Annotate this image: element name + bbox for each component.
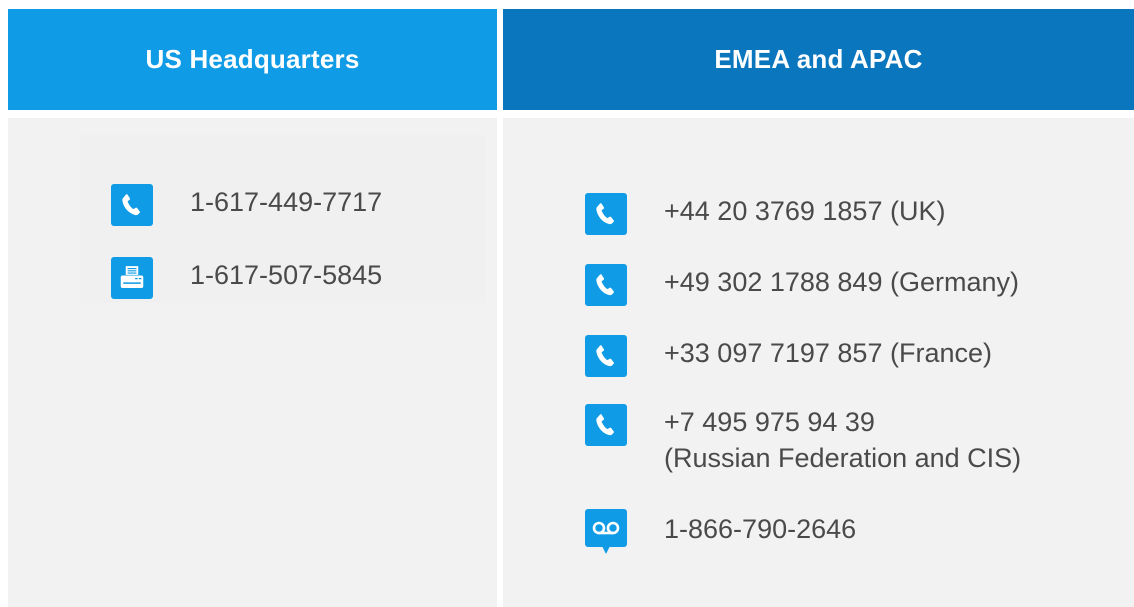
emea-apac-title: EMEA and APAC [714, 44, 923, 74]
us-phone-row: 1-617-449-7717 [111, 184, 382, 226]
germany-phone-row: +49 302 1788 849 (Germany) [585, 264, 1019, 306]
russia-phone-number[interactable]: +7 495 975 94 39 (Russian Federation and… [664, 404, 1021, 476]
france-phone-number[interactable]: +33 097 7197 857 (France) [664, 335, 992, 371]
us-headquarters-header: US Headquarters [8, 9, 497, 110]
us-fax-row: 1-617-507-5845 [111, 257, 382, 299]
voicemail-number[interactable]: 1-866-790-2646 [664, 511, 856, 547]
russia-phone-row: +7 495 975 94 39 (Russian Federation and… [585, 404, 1021, 476]
emea-apac-header: EMEA and APAC [503, 9, 1134, 110]
germany-phone-number[interactable]: +49 302 1788 849 (Germany) [664, 264, 1019, 300]
uk-phone-number[interactable]: +44 20 3769 1857 (UK) [664, 193, 945, 229]
emea-apac-column: EMEA and APAC +44 20 3769 1857 (UK) +49 … [503, 9, 1134, 607]
phone-icon [111, 184, 153, 226]
france-phone-row: +33 097 7197 857 (France) [585, 335, 992, 377]
us-headquarters-title: US Headquarters [145, 44, 360, 74]
us-headquarters-column: US Headquarters 1-617-449-7717 1-617-507… [8, 9, 497, 607]
uk-phone-row: +44 20 3769 1857 (UK) [585, 193, 945, 235]
fax-icon [111, 257, 153, 299]
phone-icon [585, 404, 627, 446]
voicemail-icon [585, 509, 627, 554]
us-fax-number: 1-617-507-5845 [190, 260, 383, 290]
phone-icon [585, 193, 627, 235]
phone-icon [585, 335, 627, 377]
us-headquarters-panel: 1-617-449-7717 1-617-507-5845 [8, 118, 497, 607]
emea-apac-panel: +44 20 3769 1857 (UK) +49 302 1788 849 (… [503, 118, 1134, 607]
russia-phone-line: +7 495 975 94 39 [664, 407, 875, 437]
voicemail-row: 1-866-790-2646 [585, 509, 856, 554]
phone-icon [585, 264, 627, 306]
us-phone-number[interactable]: 1-617-449-7717 [190, 184, 382, 220]
russia-region-line: (Russian Federation and CIS) [664, 443, 1022, 473]
